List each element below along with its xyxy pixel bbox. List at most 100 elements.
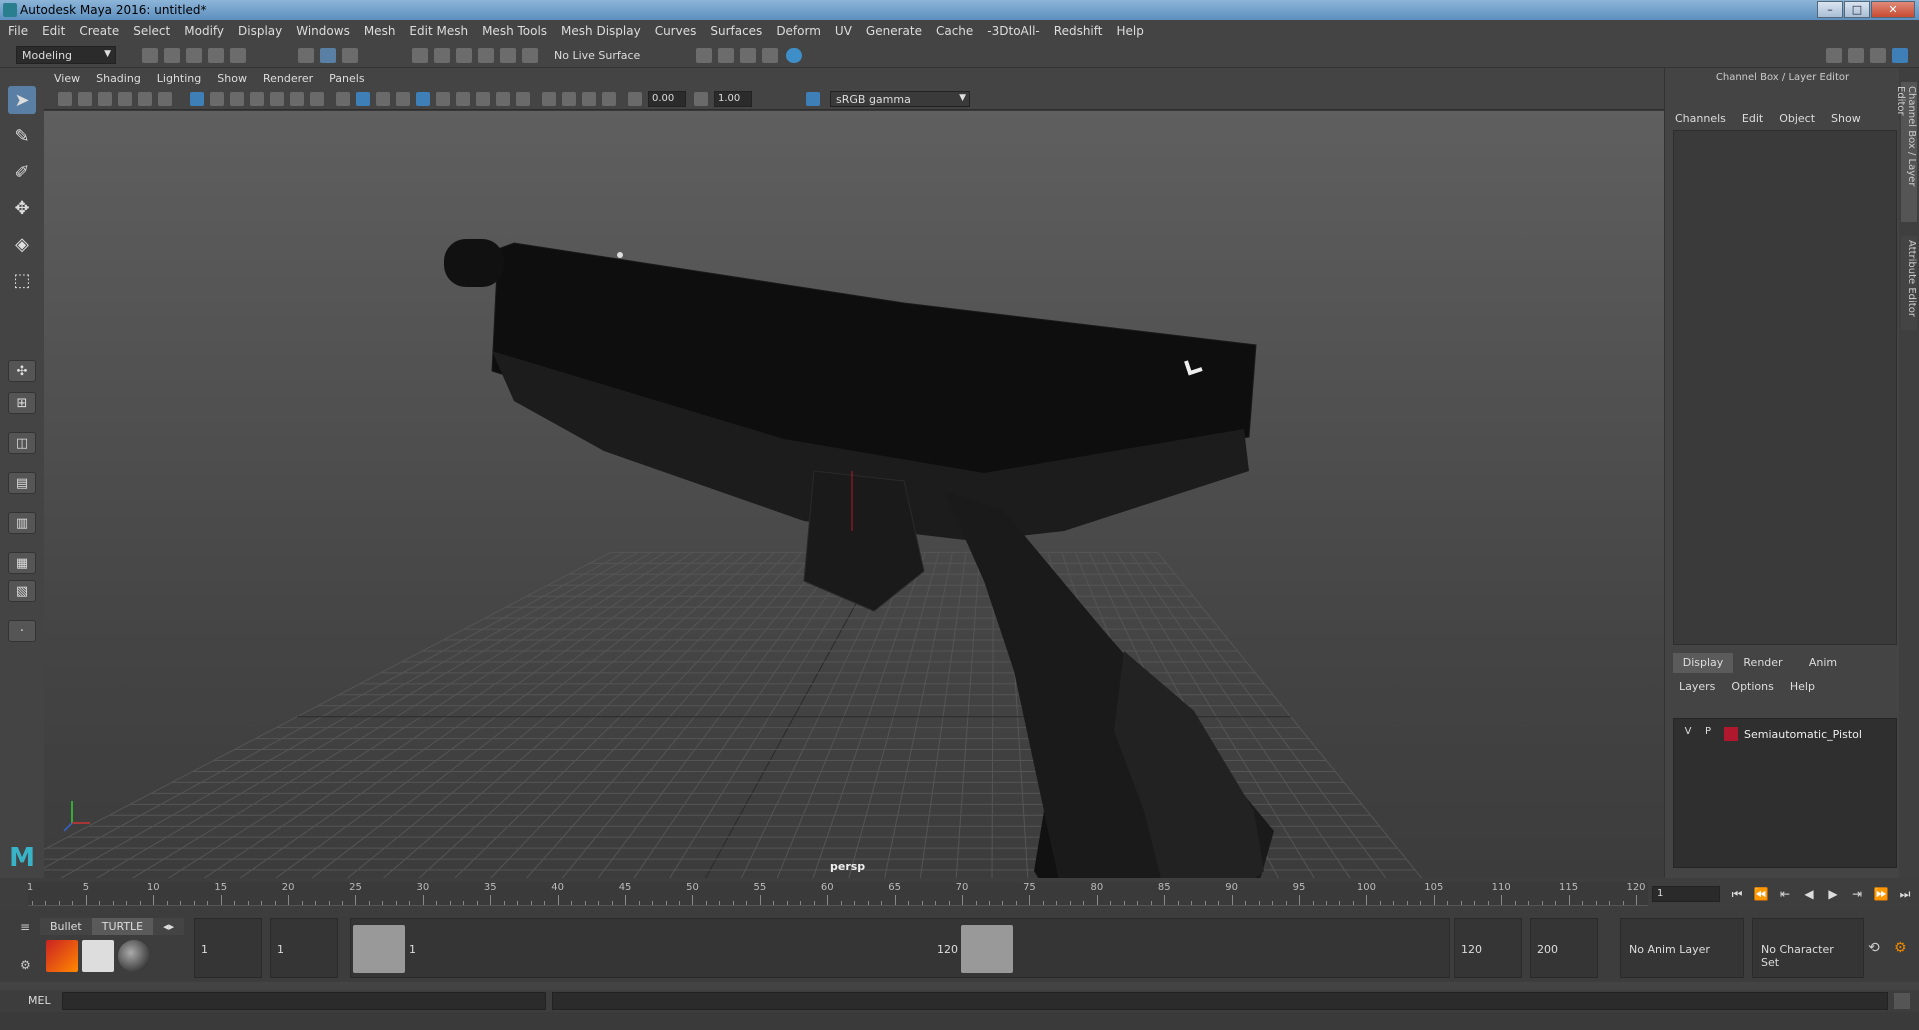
menu-mesh-tools[interactable]: Mesh Tools [482,24,547,38]
menu-modify[interactable]: Modify [184,24,224,38]
go-to-end-icon[interactable]: ⏭ [1896,885,1914,903]
side-tab-attribute-editor[interactable]: Attribute Editor [1901,236,1917,330]
current-frame-field[interactable]: 1 [1652,886,1720,902]
shelf-tab-turtle[interactable]: TURTLE [91,918,154,935]
tab-render[interactable]: Render [1733,653,1793,673]
field-chart-icon[interactable] [270,92,284,106]
panel-menu-show[interactable]: Show [217,72,247,85]
menu-help[interactable]: Help [1116,24,1143,38]
animation-end-field[interactable]: 200 [1530,918,1598,978]
smooth-shade-icon[interactable] [356,92,370,106]
snap-surface-icon[interactable] [500,48,516,63]
x-ray-icon[interactable] [562,92,576,106]
x-ray-joints-icon[interactable] [582,92,596,106]
minimize-button[interactable]: – [1817,1,1843,18]
turtle-baking-icon[interactable] [82,940,114,972]
cb-menu-edit[interactable]: Edit [1742,112,1763,125]
snap-point-icon[interactable] [456,48,472,63]
shelf-tab-bullet[interactable]: Bullet [40,918,92,935]
menu-edit[interactable]: Edit [42,24,65,38]
turtle-render-icon[interactable] [46,940,78,972]
exposure-field[interactable]: 0.00 [648,91,686,107]
render-globe-icon[interactable] [786,48,802,63]
menu-windows[interactable]: Windows [296,24,350,38]
cb-menu-object[interactable]: Object [1779,112,1815,125]
bookmark-icon[interactable] [98,92,112,106]
play-backwards-icon[interactable]: ◀ [1800,885,1818,903]
menu-deform[interactable]: Deform [776,24,821,38]
layer-name[interactable]: Semiautomatic_Pistol [1744,728,1862,741]
film-gate-icon[interactable] [210,92,224,106]
wireframe-on-shaded-icon[interactable] [396,92,410,106]
tool-settings-icon[interactable] [1870,48,1886,63]
layer-row[interactable]: V P Semiautomatic_Pistol [1678,725,1892,743]
menu-surfaces[interactable]: Surfaces [710,24,762,38]
single-pane-layout-icon[interactable]: ✣ [8,360,36,382]
menu-mesh[interactable]: Mesh [364,24,396,38]
ipr-render-icon[interactable] [718,48,734,63]
anim-layer-select[interactable]: No Anim Layer [1620,918,1744,978]
tab-anim[interactable]: Anim [1793,653,1853,673]
layer-color-swatch[interactable] [1724,727,1738,741]
outliner-layout-icon[interactable]: ▤ [8,472,36,494]
step-forward-key-icon[interactable]: ⇥ [1848,885,1866,903]
exposure-icon[interactable] [628,92,642,106]
auto-key-icon[interactable]: ⟲ [1868,940,1880,956]
collapse-toolbox-icon[interactable]: · [8,620,36,642]
3d-viewport[interactable]: persp [44,111,1664,878]
uv-layout-icon[interactable]: ▧ [8,580,36,602]
close-button[interactable]: ✕ [1871,1,1915,18]
snap-grid-icon[interactable] [412,48,428,63]
tab-display[interactable]: Display [1673,653,1733,673]
menu-uv[interactable]: UV [835,24,852,38]
menu-edit-mesh[interactable]: Edit Mesh [409,24,468,38]
cb-menu-show[interactable]: Show [1831,112,1861,125]
step-back-frame-icon[interactable]: ⏪ [1752,885,1770,903]
lasso-tool-icon[interactable]: ✎ [8,122,36,150]
view-transform-select[interactable]: sRGB gamma ▼ [830,91,970,107]
script-language-label[interactable]: MEL [28,994,51,1007]
camera-select-icon[interactable] [58,92,72,106]
step-back-key-icon[interactable]: ⇤ [1776,885,1794,903]
maximize-button[interactable]: □ [1844,1,1870,18]
attribute-editor-toggle-icon[interactable] [1848,48,1864,63]
play-forwards-icon[interactable]: ▶ [1824,885,1842,903]
panel-menu-panels[interactable]: Panels [329,72,364,85]
time-slider-track[interactable]: 1 5 10 15 20 25 30 35 40 45 50 55 60 65 70 75 80 85 90 95 1… [27,882,1648,906]
range-end-handle[interactable] [961,925,1013,973]
render-frame-icon[interactable] [696,48,712,63]
open-scene-icon[interactable] [164,48,180,63]
safe-title-icon[interactable] [310,92,324,106]
anti-aliasing-icon[interactable] [516,92,530,106]
x-ray-components-icon[interactable] [602,92,616,106]
menu-file[interactable]: File [8,24,28,38]
go-to-start-icon[interactable]: ⏮ [1728,885,1746,903]
move-tool-icon[interactable]: ✥ [8,194,36,222]
safe-action-icon[interactable] [290,92,304,106]
menu-redshift[interactable]: Redshift [1054,24,1103,38]
grid-toggle-icon[interactable] [190,92,204,106]
resolution-gate-icon[interactable] [230,92,244,106]
layer-playback-toggle[interactable]: P [1698,726,1718,742]
panel-menu-renderer[interactable]: Renderer [263,72,313,85]
panel-menu-shading[interactable]: Shading [96,72,141,85]
snap-view-icon[interactable] [478,48,494,63]
gamma-field[interactable]: 1.00 [714,91,752,107]
select-hierarchy-icon[interactable] [298,48,314,63]
use-all-lights-icon[interactable] [436,92,450,106]
menu-display[interactable]: Display [238,24,282,38]
layer-visibility-toggle[interactable]: V [1678,726,1698,742]
channel-list[interactable] [1673,130,1897,645]
undo-icon[interactable] [208,48,224,63]
hypershade-icon[interactable] [762,48,778,63]
save-scene-icon[interactable] [186,48,202,63]
playback-end-field[interactable]: 120 [1454,918,1522,978]
gate-mask-icon[interactable] [250,92,264,106]
isolate-select-icon[interactable] [542,92,556,106]
select-object-icon[interactable] [320,48,336,63]
menu-mesh-display[interactable]: Mesh Display [561,24,641,38]
shelf-menu-icon[interactable]: ≡ [20,920,30,934]
shelf-scroll-icon[interactable]: ◂▸ [153,918,185,935]
default-lighting-icon[interactable] [376,92,390,106]
range-start-handle[interactable] [353,925,405,973]
